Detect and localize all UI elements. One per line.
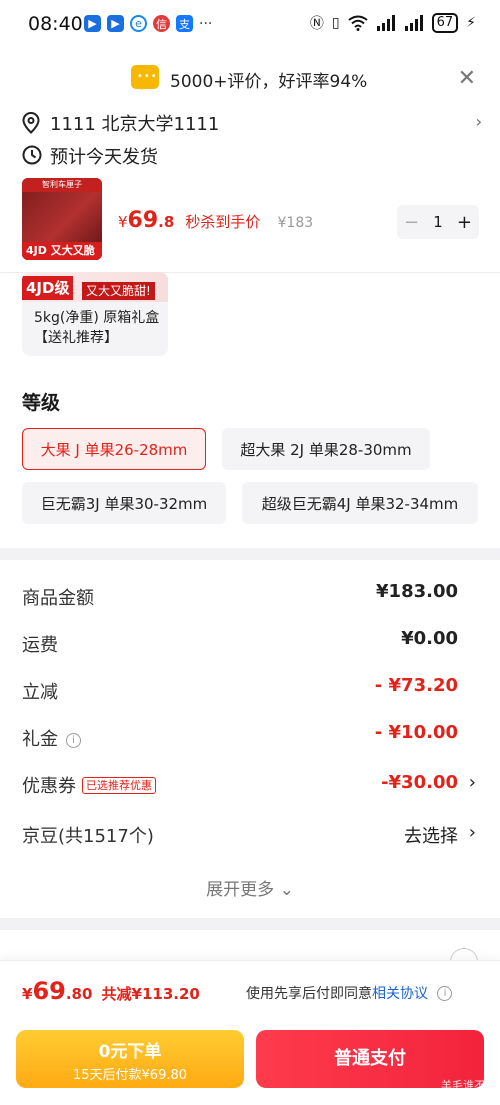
quantity-stepper: − 1 + <box>397 205 479 239</box>
close-icon[interactable]: ✕ <box>458 66 476 91</box>
spec-option-card[interactable]: 4JD级 又大又脆甜! 5kg(净重) 原箱礼盒【送礼推荐】 <box>22 272 168 356</box>
product-price: ¥69.8 秒杀到手价 ¥183 <box>118 208 313 233</box>
expand-more-button[interactable]: 展开更多 ⌄ <box>0 875 500 900</box>
jd-grade-tag: 4JD级 <box>22 276 74 300</box>
agreement-text: 使用先享后付即同意 <box>246 986 372 1002</box>
shipping-label: 运费 <box>22 635 58 656</box>
gift-money-value: - ¥10.00 <box>374 722 458 743</box>
wifi-icon <box>347 15 368 31</box>
gift-money-label: 礼金 <box>22 729 58 750</box>
chevron-down-icon: ⌄ <box>274 880 294 900</box>
pay-later-title: 0元下单 <box>98 1042 162 1062</box>
system-icons: Ⓝ ▯ 67 ⚡ <box>310 13 476 33</box>
price-integer: 69 <box>127 208 159 233</box>
agreement-link[interactable]: 相关协议 <box>372 986 428 1002</box>
status-time: 08:40 <box>28 13 83 35</box>
currency-symbol: ¥ <box>118 213 128 231</box>
jd-beans-label: 京豆(共1517个) <box>22 826 154 847</box>
alipay-icon: 支 <box>176 15 193 32</box>
sweet-tag: 又大又脆甜! <box>82 282 155 300</box>
coupon-badge: 已选推荐优惠 <box>82 777 156 794</box>
pay-later-subtitle: 15天后付款¥69.80 <box>72 1068 188 1083</box>
delivery-row: 预计今天发货 <box>22 143 322 169</box>
section-divider <box>0 918 500 930</box>
price-label: 秒杀到手价 <box>185 213 261 231</box>
chevron-right-icon[interactable]: › <box>469 772 476 793</box>
jd-beans-select[interactable]: 去选择 <box>404 822 458 848</box>
grade-option-2[interactable]: 超大果 2J 单果28-30mm <box>222 428 430 470</box>
grade-title: 等级 <box>22 392 61 414</box>
discount-value: - ¥73.20 <box>374 675 458 696</box>
rating-banner: ••• 5000+评价，好评率94% ✕ <box>0 62 500 96</box>
grade-option-3[interactable]: 巨无霸3J 单果30-32mm <box>22 482 226 524</box>
chevron-right-icon[interactable]: › <box>469 822 476 843</box>
currency-symbol: ¥ <box>22 985 33 1003</box>
app-notification-icon: 信 <box>153 15 170 32</box>
coupon-value[interactable]: -¥30.00 <box>381 772 458 793</box>
delivery-text: 预计今天发货 <box>50 147 158 168</box>
chat-bubble-icon: ••• <box>131 65 159 90</box>
minus-button[interactable]: − <box>404 212 419 233</box>
expand-more-label: 展开更多 <box>206 880 275 900</box>
address-text: 1111 北京大学1111 <box>50 114 220 135</box>
more-notifications-icon: ··· <box>199 15 213 32</box>
price-decimal: .80 <box>65 985 93 1003</box>
signal-icon <box>404 15 423 31</box>
clock-icon <box>22 145 42 165</box>
goods-amount-label: 商品金额 <box>22 588 94 609</box>
watermark-text: 羊毛谁不爱 <box>441 1079 496 1092</box>
chevron-right-icon: › <box>475 112 482 131</box>
goods-amount-value: ¥183.00 <box>376 581 458 602</box>
app-notification-icon: e <box>130 15 147 32</box>
total-saved: 共减¥113.20 <box>101 985 200 1003</box>
grade-option-4[interactable]: 超级巨无霸4J 单果32-34mm <box>242 482 478 524</box>
app-notification-icon: ▶ <box>107 15 124 32</box>
signal-icon <box>376 15 395 31</box>
bottom-price: ¥69.80 共减¥113.20 <box>22 977 200 1005</box>
rating-text: 5000+评价，好评率94% <box>170 72 368 92</box>
agreement-row: 使用先享后付即同意相关协议 i <box>246 983 453 1003</box>
info-icon[interactable]: i <box>437 986 453 1001</box>
price-integer: 69 <box>32 977 66 1005</box>
info-icon[interactable]: i <box>66 733 81 748</box>
price-decimal: .8 <box>158 213 175 231</box>
coupon-label: 优惠券 <box>22 776 76 797</box>
shipping-value: ¥0.00 <box>401 628 458 649</box>
status-bar: 08:40 ▶ ▶ e 信 支 ··· Ⓝ ▯ 67 ⚡ <box>0 0 500 50</box>
coupon-row[interactable]: 优惠券 已选推荐优惠 <box>22 772 156 798</box>
vibrate-icon: ▯ <box>331 15 340 31</box>
app-notification-icon: ▶ <box>84 15 101 32</box>
location-pin-icon <box>22 112 40 134</box>
quantity-value[interactable]: 1 <box>433 213 443 231</box>
product-image-label: 智利车厘子 <box>22 178 102 192</box>
gift-money-row: 礼金 i <box>22 725 81 751</box>
address-row[interactable]: 1111 北京大学1111 › <box>22 110 482 136</box>
grade-option-1[interactable]: 大果 J 单果26-28mm <box>22 428 206 470</box>
product-image[interactable]: 智利车厘子 4JD 又大又脆甜! <box>22 178 102 260</box>
pay-later-button[interactable]: 0元下单 15天后付款¥69.80 <box>16 1030 244 1088</box>
plus-button[interactable]: + <box>457 212 472 233</box>
charging-icon: ⚡ <box>466 15 476 31</box>
battery-indicator: 67 <box>431 13 459 33</box>
notification-icons: ▶ ▶ e 信 支 ··· <box>84 15 212 32</box>
discount-label: 立减 <box>22 682 58 703</box>
spec-option-text: 5kg(净重) 原箱礼盒【送礼推荐】 <box>34 310 160 346</box>
nfc-icon: Ⓝ <box>309 16 324 32</box>
product-image-tag: 4JD 又大又脆甜! <box>22 242 102 260</box>
section-divider <box>0 548 500 560</box>
original-price: ¥183 <box>277 215 314 231</box>
